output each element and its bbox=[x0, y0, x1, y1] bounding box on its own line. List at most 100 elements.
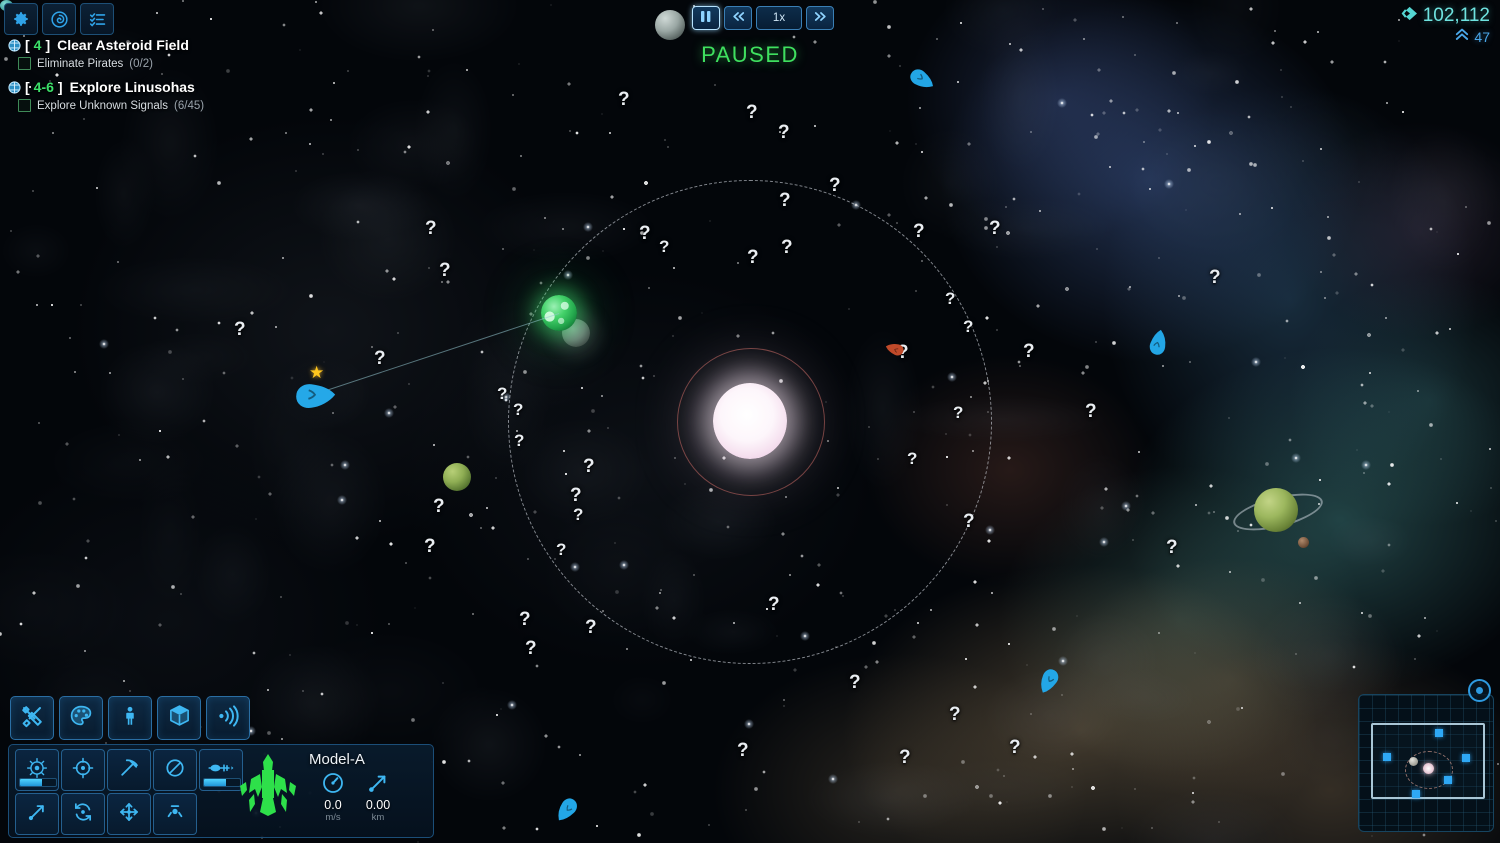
minimap-blip[interactable] bbox=[1412, 790, 1420, 798]
quest-checkbox[interactable] bbox=[18, 99, 31, 112]
pickaxe-icon bbox=[118, 757, 140, 784]
distance-arrow-icon bbox=[350, 770, 406, 796]
unknown-signal-marker[interactable]: ? bbox=[433, 497, 445, 516]
unknown-signal-marker[interactable]: ? bbox=[514, 432, 524, 449]
unknown-signal-marker[interactable]: ? bbox=[781, 238, 793, 257]
quest-checkbox[interactable] bbox=[18, 57, 31, 70]
quest-objective-row[interactable]: Explore Unknown Signals (6/45) bbox=[18, 99, 428, 112]
slower-button[interactable] bbox=[724, 6, 752, 30]
circular-arrows-icon bbox=[72, 801, 94, 828]
unknown-signal-marker[interactable]: ? bbox=[525, 639, 537, 658]
unknown-signal-marker[interactable]: ? bbox=[570, 486, 582, 505]
quest-title: Clear Asteroid Field bbox=[57, 37, 189, 53]
list-checklist-icon bbox=[88, 10, 107, 29]
unknown-signal-marker[interactable]: ? bbox=[439, 261, 451, 280]
settings-button[interactable] bbox=[4, 3, 38, 35]
four-way-arrows-icon bbox=[118, 801, 140, 828]
unknown-signal-marker[interactable]: ? bbox=[424, 537, 436, 556]
paint-button[interactable] bbox=[59, 696, 103, 740]
helm-tool[interactable] bbox=[15, 749, 59, 791]
unknown-signal-marker[interactable]: ? bbox=[963, 512, 975, 531]
minimap[interactable] bbox=[1358, 694, 1494, 832]
unknown-signal-marker[interactable]: ? bbox=[1209, 268, 1221, 287]
galaxy-map-button[interactable] bbox=[42, 3, 76, 35]
quest-objective-row[interactable]: Eliminate Pirates (0/2) bbox=[18, 57, 428, 70]
signal-broadcast-icon bbox=[216, 704, 240, 733]
unknown-signal-marker[interactable]: ? bbox=[556, 541, 566, 558]
unknown-signal-marker[interactable]: ? bbox=[778, 123, 790, 142]
unknown-signal-marker[interactable]: ? bbox=[513, 401, 523, 418]
cancel-tool[interactable] bbox=[153, 749, 197, 791]
cargo-button[interactable] bbox=[157, 696, 201, 740]
unknown-signal-marker[interactable]: ? bbox=[573, 506, 583, 523]
unknown-signal-marker[interactable]: ? bbox=[829, 176, 841, 195]
unknown-signal-marker[interactable]: ? bbox=[425, 219, 437, 238]
unknown-signal-marker[interactable]: ? bbox=[374, 349, 386, 368]
fuel-row[interactable]: 47 bbox=[1401, 28, 1490, 45]
unknown-signal-marker[interactable]: ? bbox=[747, 248, 759, 267]
formation-tool[interactable] bbox=[153, 793, 197, 835]
quest-log-button[interactable] bbox=[80, 3, 114, 35]
unknown-signal-marker[interactable]: ? bbox=[963, 318, 973, 335]
unknown-signal-marker[interactable]: ? bbox=[497, 385, 507, 402]
comms-button[interactable] bbox=[206, 696, 250, 740]
unknown-signal-marker[interactable]: ? bbox=[639, 224, 651, 243]
speed-indicator[interactable]: 1x bbox=[756, 6, 802, 30]
quest-level: 4-6 bbox=[33, 79, 54, 95]
ringed-planet-moon[interactable] bbox=[1298, 537, 1309, 548]
minimap-blip[interactable] bbox=[1383, 753, 1391, 761]
target-tool[interactable] bbox=[61, 749, 105, 791]
build-button[interactable] bbox=[10, 696, 54, 740]
unknown-signal-marker[interactable]: ? bbox=[585, 618, 597, 637]
unknown-signal-marker[interactable]: ? bbox=[519, 610, 531, 629]
crew-button[interactable] bbox=[108, 696, 152, 740]
unknown-signal-marker[interactable]: ? bbox=[949, 705, 961, 724]
tool-progress-bar bbox=[19, 778, 57, 787]
unknown-signal-marker[interactable]: ? bbox=[234, 320, 246, 339]
central-star[interactable] bbox=[713, 383, 787, 459]
minimap-toggle-button[interactable] bbox=[1468, 679, 1491, 702]
quest-header[interactable]: [4-6] Explore Linusohas bbox=[8, 80, 428, 94]
game-viewport[interactable]: ????????????????????????????????????????… bbox=[0, 0, 1500, 843]
minimap-blip[interactable] bbox=[1462, 754, 1470, 762]
quest-progress: (6/45) bbox=[174, 99, 205, 112]
orbit-tool[interactable] bbox=[61, 793, 105, 835]
mine-tool[interactable] bbox=[107, 749, 151, 791]
minimap-blip[interactable] bbox=[1444, 776, 1452, 784]
unknown-signal-marker[interactable]: ? bbox=[953, 404, 963, 421]
minimap-blip[interactable] bbox=[1435, 729, 1443, 737]
unknown-signal-marker[interactable]: ? bbox=[849, 673, 861, 692]
quest-entry[interactable]: [4-6] Explore Linusohas Explore Unknown … bbox=[8, 80, 428, 112]
unknown-signal-marker[interactable]: ? bbox=[659, 238, 669, 255]
unknown-signal-marker[interactable]: ? bbox=[1023, 342, 1035, 361]
unknown-signal-marker[interactable]: ? bbox=[779, 191, 791, 210]
pause-button[interactable] bbox=[692, 6, 720, 30]
unknown-signal-marker[interactable]: ? bbox=[1085, 402, 1097, 421]
top-moon[interactable] bbox=[655, 10, 685, 40]
free-move-tool[interactable] bbox=[107, 793, 151, 835]
unknown-signal-marker[interactable]: ? bbox=[945, 290, 955, 307]
unknown-signal-marker[interactable]: ? bbox=[583, 457, 595, 476]
unknown-signal-marker[interactable]: ? bbox=[989, 219, 1001, 238]
quest-header[interactable]: [4] Clear Asteroid Field bbox=[8, 38, 428, 52]
unknown-signal-marker[interactable]: ? bbox=[768, 595, 780, 614]
minimap-star bbox=[1423, 763, 1434, 774]
credits-row[interactable]: 102,112 bbox=[1401, 6, 1490, 25]
unknown-signal-marker[interactable]: ? bbox=[899, 748, 911, 767]
quest-entry[interactable]: [4] Clear Asteroid Field Eliminate Pirat… bbox=[8, 38, 428, 70]
unknown-signal-marker[interactable]: ? bbox=[737, 741, 749, 760]
move-to-tool[interactable] bbox=[15, 793, 59, 835]
unknown-signal-marker[interactable]: ? bbox=[618, 90, 630, 109]
unknown-signal-marker[interactable]: ? bbox=[913, 222, 925, 241]
unknown-signal-marker[interactable]: ? bbox=[907, 450, 917, 467]
faster-button[interactable] bbox=[806, 6, 834, 30]
minimap-toggle-icon bbox=[1476, 687, 1483, 694]
paused-status: PAUSED bbox=[701, 42, 799, 67]
star-favorite-icon[interactable]: ★ bbox=[309, 364, 324, 381]
unknown-signal-marker[interactable]: ? bbox=[1009, 738, 1021, 757]
ringed-planet[interactable] bbox=[1254, 488, 1298, 532]
gear-icon bbox=[12, 10, 30, 28]
unknown-signal-marker[interactable]: ? bbox=[1166, 538, 1178, 557]
unknown-signal-marker[interactable]: ? bbox=[746, 103, 758, 122]
olive-planet[interactable] bbox=[443, 463, 471, 491]
